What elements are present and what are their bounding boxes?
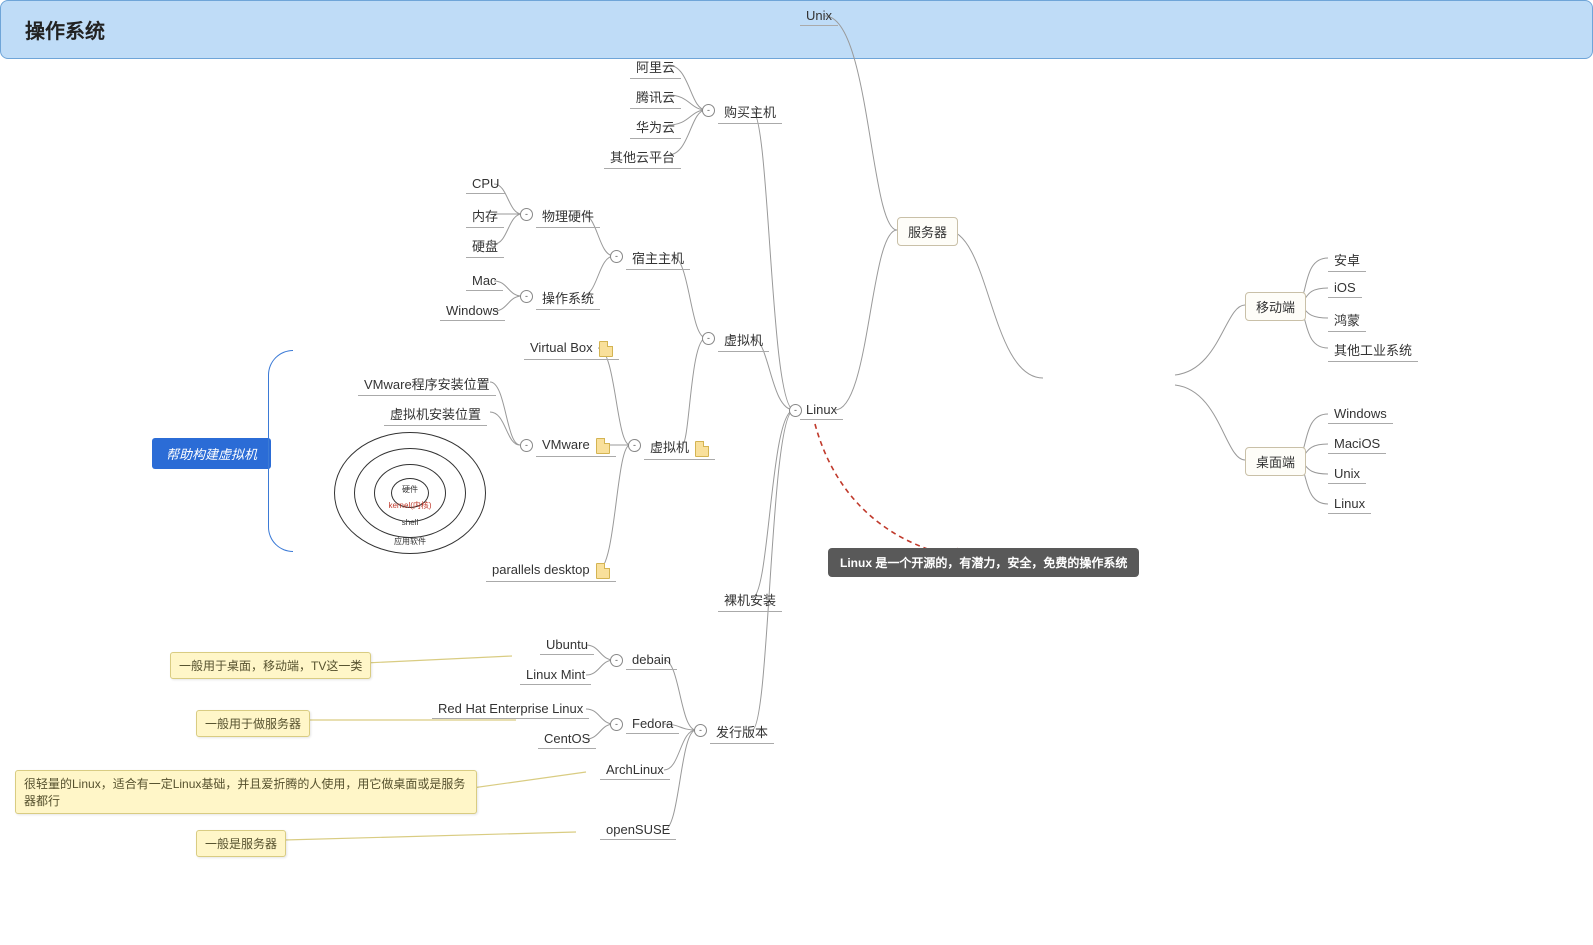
linux-description-callout: Linux 是一个开源的，有潜力，安全，免费的操作系统 <box>828 548 1139 577</box>
node-vmware-label: VMware <box>542 437 590 452</box>
node-hw[interactable]: 物理硬件 <box>536 204 600 228</box>
leaf-virtualbox[interactable]: Virtual Box <box>524 338 619 360</box>
leaf-vmware-0[interactable]: VMware程序安装位置 <box>358 372 496 396</box>
leaf-virtualbox-label: Virtual Box <box>530 340 593 355</box>
toggle-icon[interactable]: - <box>520 439 533 452</box>
mindmap-canvas: 操作系统 移动端 安卓 iOS 鸿蒙 其他工业系统 桌面端 Windows Ma… <box>0 0 1593 945</box>
leaf-suse[interactable]: openSUSE <box>600 820 676 840</box>
leaf-arch[interactable]: ArchLinux <box>600 760 670 780</box>
toggle-icon[interactable]: - <box>628 439 641 452</box>
leaf-parallels-label: parallels desktop <box>492 562 590 577</box>
leaf-desktop-3[interactable]: Linux <box>1328 494 1371 514</box>
toggle-icon[interactable]: - <box>789 404 802 417</box>
node-debian[interactable]: debain <box>626 650 677 670</box>
leaf-desktop-2[interactable]: Unix <box>1328 464 1366 484</box>
node-desktop[interactable]: 桌面端 <box>1245 447 1306 476</box>
toggle-icon[interactable]: - <box>520 208 533 221</box>
node-hostos[interactable]: 操作系统 <box>536 286 600 310</box>
node-mobile[interactable]: 移动端 <box>1245 292 1306 321</box>
node-fedora[interactable]: Fedora <box>626 714 679 734</box>
node-buy[interactable]: 购买主机 <box>718 100 782 124</box>
toggle-icon[interactable]: - <box>610 654 623 667</box>
leaf-debian-0[interactable]: Ubuntu <box>540 635 594 655</box>
leaf-desktop-1[interactable]: MaciOS <box>1328 434 1386 454</box>
leaf-hostos-0[interactable]: Mac <box>466 271 503 291</box>
node-dist[interactable]: 发行版本 <box>710 720 774 744</box>
toggle-icon[interactable]: - <box>610 250 623 263</box>
leaf-parallels[interactable]: parallels desktop <box>486 560 616 582</box>
note-icon <box>596 563 610 579</box>
leaf-bare[interactable]: 裸机安装 <box>718 588 782 612</box>
leaf-fedora-0[interactable]: Red Hat Enterprise Linux <box>432 699 589 719</box>
brace-icon <box>268 350 293 552</box>
node-server[interactable]: 服务器 <box>897 217 958 246</box>
leaf-linux[interactable]: Linux <box>800 400 843 420</box>
node-vms[interactable]: 虚拟机 <box>644 435 715 460</box>
tag-suse: 一般是服务器 <box>196 830 286 857</box>
vm-helper-label: 帮助构建虚拟机 <box>152 438 271 469</box>
leaf-buy-0[interactable]: 阿里云 <box>630 55 681 79</box>
leaf-vmware-1[interactable]: 虚拟机安装位置 <box>384 402 487 426</box>
leaf-debian-1[interactable]: Linux Mint <box>520 665 591 685</box>
note-icon <box>599 341 613 357</box>
tag-fedora: 一般用于做服务器 <box>196 710 310 737</box>
node-host[interactable]: 宿主主机 <box>626 246 690 270</box>
leaf-hw-0[interactable]: CPU <box>466 174 505 194</box>
leaf-fedora-1[interactable]: CentOS <box>538 729 596 749</box>
leaf-mobile-1[interactable]: iOS <box>1328 278 1362 298</box>
tag-debian: 一般用于桌面，移动端，TV这一类 <box>170 652 371 679</box>
toggle-icon[interactable]: - <box>520 290 533 303</box>
node-vms-label: 虚拟机 <box>650 440 689 455</box>
leaf-desktop-0[interactable]: Windows <box>1328 404 1393 424</box>
note-icon <box>596 438 610 454</box>
note-icon <box>695 441 709 457</box>
node-vmware[interactable]: VMware <box>536 435 616 457</box>
leaf-hostos-1[interactable]: Windows <box>440 301 505 321</box>
root-node[interactable]: 操作系统 <box>0 0 1593 59</box>
leaf-buy-2[interactable]: 华为云 <box>630 115 681 139</box>
toggle-icon[interactable]: - <box>702 332 715 345</box>
leaf-buy-3[interactable]: 其他云平台 <box>604 145 681 169</box>
toggle-icon[interactable]: - <box>610 718 623 731</box>
leaf-unix[interactable]: Unix <box>800 6 838 26</box>
leaf-mobile-3[interactable]: 其他工业系统 <box>1328 338 1418 362</box>
leaf-mobile-2[interactable]: 鸿蒙 <box>1328 308 1366 332</box>
tag-arch: 很轻量的Linux，适合有一定Linux基础，并且爱折腾的人使用，用它做桌面或是… <box>15 770 477 814</box>
toggle-icon[interactable]: - <box>694 724 707 737</box>
leaf-buy-1[interactable]: 腾讯云 <box>630 85 681 109</box>
leaf-hw-1[interactable]: 内存 <box>466 204 504 228</box>
node-vm[interactable]: 虚拟机 <box>718 328 769 352</box>
toggle-icon[interactable]: - <box>702 104 715 117</box>
leaf-hw-2[interactable]: 硬盘 <box>466 234 504 258</box>
leaf-mobile-0[interactable]: 安卓 <box>1328 248 1366 272</box>
